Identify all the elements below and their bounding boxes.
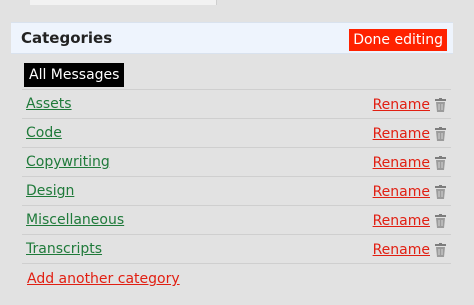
category-link-code[interactable]: Code <box>26 125 62 141</box>
trash-icon[interactable] <box>434 214 447 228</box>
category-link-design[interactable]: Design <box>26 183 74 199</box>
list-item: Assets Rename <box>22 90 451 119</box>
list-item: Copywriting Rename <box>22 148 451 177</box>
trash-icon[interactable] <box>434 98 447 112</box>
list-item: Design Rename <box>22 177 451 206</box>
trash-icon[interactable] <box>434 156 447 170</box>
rename-link[interactable]: Rename <box>373 242 430 258</box>
rename-link[interactable]: Rename <box>373 184 430 200</box>
rename-link[interactable]: Rename <box>373 155 430 171</box>
add-category-link[interactable]: Add another category <box>27 271 180 287</box>
rename-link[interactable]: Rename <box>373 126 430 142</box>
trash-icon[interactable] <box>434 127 447 141</box>
category-list: Assets Rename Code Rename Copywriting Re… <box>22 89 451 264</box>
list-item: Miscellaneous Rename <box>22 206 451 235</box>
top-strip <box>30 0 217 5</box>
list-item: Transcripts Rename <box>22 235 451 264</box>
rename-link[interactable]: Rename <box>373 213 430 229</box>
categories-header: Categories Done editing <box>11 22 453 54</box>
category-link-miscellaneous[interactable]: Miscellaneous <box>26 212 124 228</box>
page-title: Categories <box>21 29 113 47</box>
rename-link[interactable]: Rename <box>373 97 430 113</box>
category-link-transcripts[interactable]: Transcripts <box>26 241 102 257</box>
category-link-assets[interactable]: Assets <box>26 96 72 112</box>
trash-icon[interactable] <box>434 185 447 199</box>
list-item: Code Rename <box>22 119 451 148</box>
done-editing-button[interactable]: Done editing <box>349 29 447 51</box>
all-messages-button[interactable]: All Messages <box>24 63 125 87</box>
category-link-copywriting[interactable]: Copywriting <box>26 154 110 170</box>
trash-icon[interactable] <box>434 243 447 257</box>
